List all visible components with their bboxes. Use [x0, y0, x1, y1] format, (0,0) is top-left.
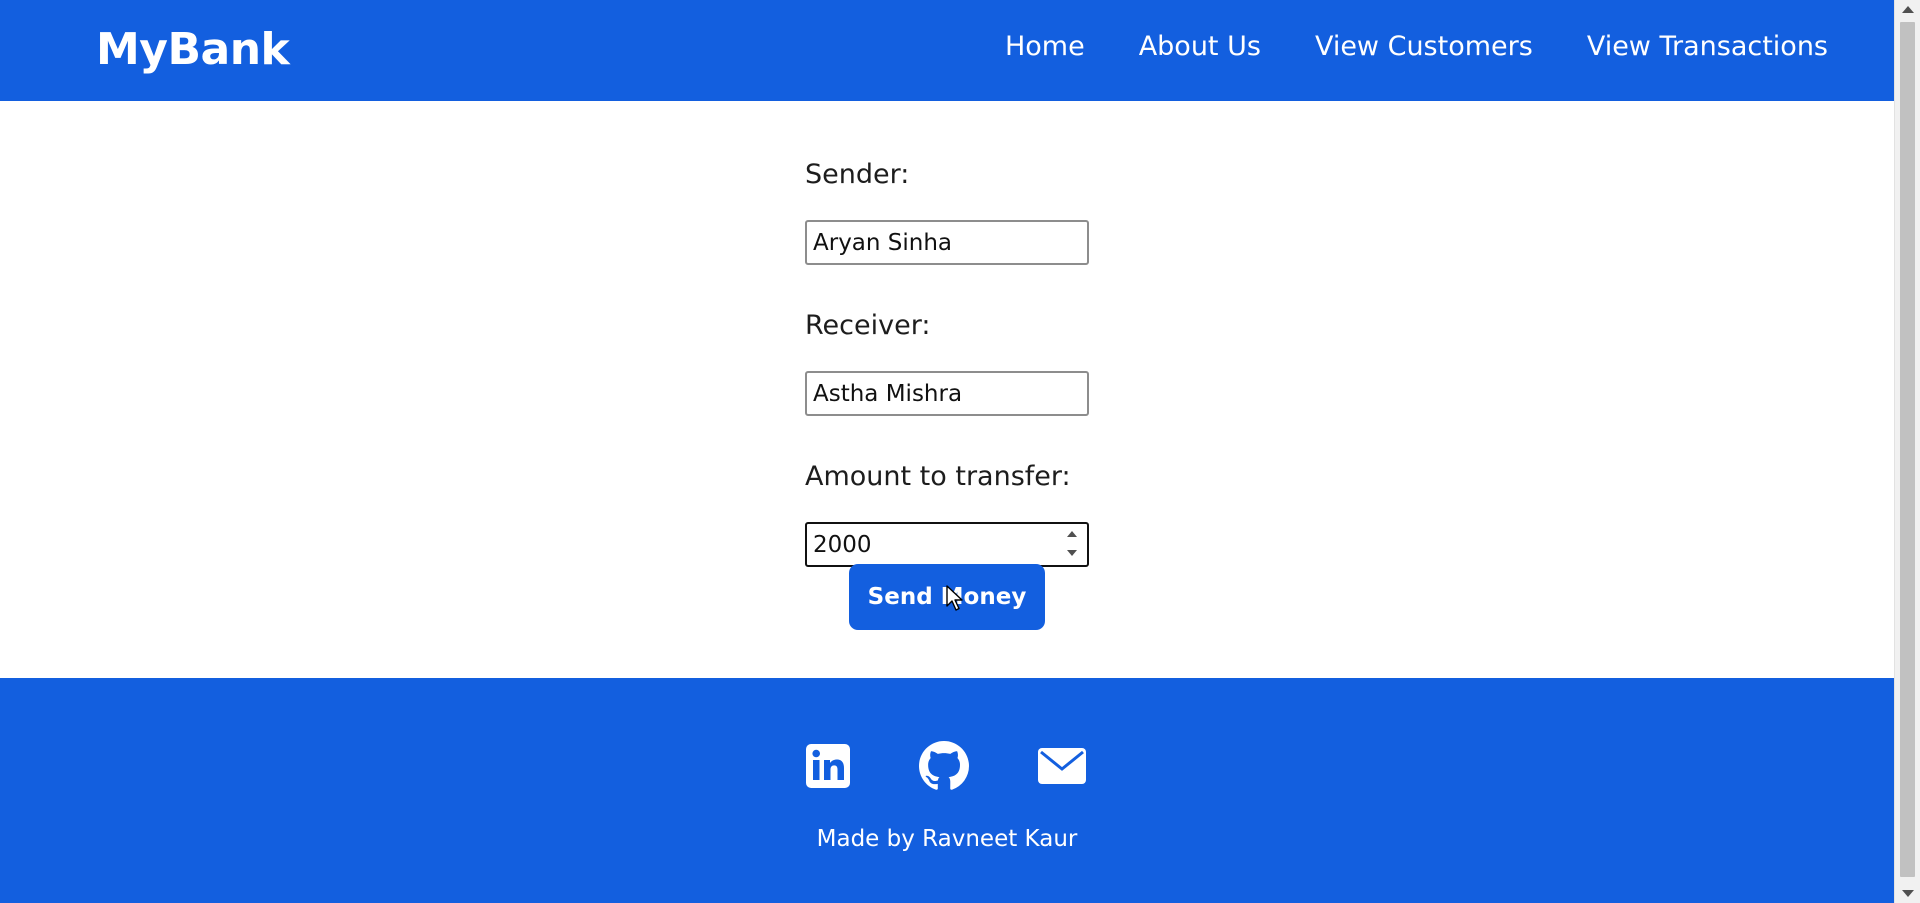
amount-input[interactable]: [805, 522, 1089, 567]
email-link[interactable]: [1037, 741, 1087, 791]
scroll-down-arrow-icon[interactable]: [1902, 890, 1914, 897]
increment-arrow-icon[interactable]: [1067, 531, 1077, 537]
sender-input[interactable]: [805, 220, 1089, 265]
amount-field: [805, 522, 1089, 567]
brand-logo[interactable]: MyBank: [96, 22, 290, 78]
footer-credit: Made by Ravneet Kaur: [816, 826, 1078, 852]
amount-stepper[interactable]: [1063, 527, 1081, 560]
nav-link-view-customers[interactable]: View Customers: [1315, 30, 1533, 64]
nav-link-about-us[interactable]: About Us: [1139, 30, 1261, 64]
navbar: MyBank Home About Us View Customers View…: [0, 0, 1894, 101]
scroll-up-arrow-icon[interactable]: [1902, 6, 1914, 13]
nav-menu: Home About Us View Customers View Transa…: [1005, 30, 1828, 64]
amount-label: Amount to transfer:: [805, 461, 1071, 492]
nav-link-home[interactable]: Home: [1005, 30, 1085, 64]
linkedin-icon: [806, 744, 850, 788]
sender-label: Sender:: [805, 159, 910, 190]
github-link[interactable]: [919, 741, 969, 791]
github-icon: [919, 741, 969, 790]
transfer-form: Sender: Receiver: Amount to transfer:: [805, 158, 1089, 567]
linkedin-link[interactable]: [803, 741, 853, 791]
receiver-input[interactable]: [805, 371, 1089, 416]
decrement-arrow-icon[interactable]: [1067, 550, 1077, 556]
vertical-scrollbar[interactable]: [1894, 0, 1920, 903]
send-money-button[interactable]: Send Money: [849, 564, 1045, 630]
email-icon: [1038, 748, 1086, 784]
nav-link-view-transactions[interactable]: View Transactions: [1587, 30, 1828, 64]
receiver-label: Receiver:: [805, 310, 931, 341]
page: MyBank Home About Us View Customers View…: [0, 0, 1894, 903]
scrollbar-thumb[interactable]: [1900, 22, 1915, 877]
